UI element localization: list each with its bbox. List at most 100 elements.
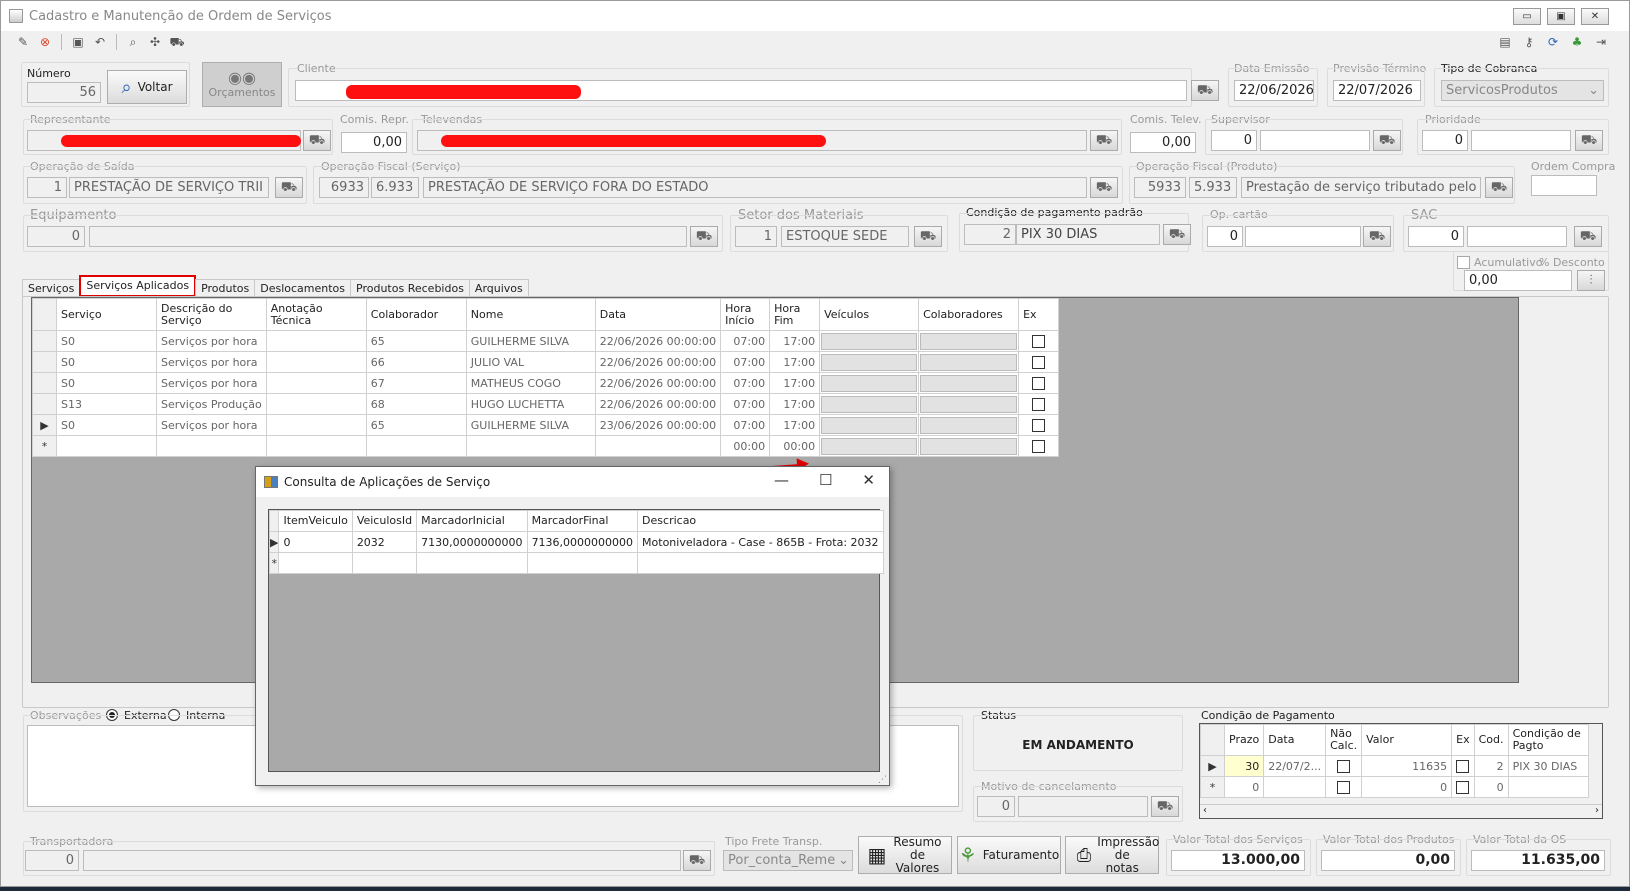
resumo-valores-button[interactable]: ▦ Resumo de Valores [858, 835, 952, 874]
colaboradores-button[interactable] [920, 395, 1018, 413]
col-ex[interactable]: Ex [1018, 298, 1060, 331]
impressao-notas-button[interactable]: ⎙ Impressão de notas [1065, 835, 1159, 874]
table-row[interactable]: S0 Serviços por hora 66 JULIO VAL 22/06/2026… [32, 351, 1060, 373]
comis-telev-field[interactable]: 0,00 [1130, 132, 1196, 153]
nao-calc-checkbox[interactable] [1337, 780, 1351, 794]
op-fiscal-prod-code-field[interactable]: 5933 [1134, 177, 1186, 198]
col-nao-calc[interactable]: Não Calc. [1325, 724, 1363, 756]
sac-field[interactable] [1467, 226, 1567, 247]
faturamento-button[interactable]: ⚘ Faturamento [957, 836, 1061, 874]
veiculos-button[interactable] [821, 437, 918, 455]
col-marcador-final[interactable]: MarcadorFinal [526, 510, 639, 532]
veiculos-button[interactable] [821, 332, 918, 350]
ex-checkbox[interactable] [1456, 780, 1470, 794]
televendas-lookup-button[interactable]: ⛟ [1090, 130, 1118, 151]
col-colaborador[interactable]: Colaborador [365, 298, 467, 331]
ex-checkbox[interactable] [1032, 397, 1046, 411]
op-cartao-lookup-button[interactable]: ⛟ [1363, 226, 1391, 247]
equipamento-code-field[interactable]: 0 [27, 226, 85, 247]
col-servico[interactable]: Serviço [56, 298, 157, 331]
refresh-icon[interactable]: ⟳ [1545, 34, 1561, 50]
op-fiscal-serv-cfop-field[interactable]: 6.933 [371, 177, 419, 198]
op-saida-code-field[interactable]: 1 [27, 177, 67, 198]
sliders-icon[interactable]: ⫶ [1577, 270, 1605, 291]
motivo-lookup-button[interactable]: ⛟ [1151, 796, 1179, 817]
ex-checkbox[interactable] [1032, 334, 1046, 348]
colaboradores-button[interactable] [920, 332, 1018, 350]
col-hora-inicio[interactable]: Hora Início [720, 298, 771, 331]
cancel-icon[interactable]: ⊗ [37, 34, 53, 50]
scroll-right-icon[interactable]: › [1595, 805, 1599, 816]
window-list-icon[interactable]: ▤ [1497, 34, 1513, 50]
col-valor[interactable]: Valor [1361, 724, 1453, 756]
tab-servicos-aplicados[interactable]: Serviços Aplicados [79, 275, 197, 297]
data-emissao-field[interactable]: 22/06/2026 [1234, 80, 1314, 101]
frete-select[interactable]: Por_conta_Reme ⌄ [723, 850, 853, 871]
transportadora-lookup-button[interactable]: ⛟ [683, 850, 711, 871]
voltar-button[interactable]: ⌕ Voltar [107, 70, 187, 104]
col-colaboradores[interactable]: Colaboradores [918, 298, 1020, 331]
ex-checkbox[interactable] [1032, 418, 1046, 432]
vt-servicos-field[interactable]: 13.000,00 [1171, 850, 1305, 871]
prioridade-code-field[interactable]: 0 [1422, 130, 1468, 151]
search-icon[interactable]: ⌕ [125, 34, 141, 50]
col-veiculos[interactable]: Veículos [819, 298, 920, 331]
col-item-veiculo[interactable]: ItemVeiculo [278, 510, 353, 532]
colaboradores-button[interactable] [920, 416, 1018, 434]
col-descricao[interactable]: Descrição do Serviço [156, 298, 267, 331]
colaboradores-button[interactable] [920, 353, 1018, 371]
op-cartao-field[interactable] [1245, 226, 1361, 247]
maximize-button[interactable]: ▣ [1547, 8, 1575, 25]
equipamento-field[interactable] [89, 226, 687, 247]
nao-calc-checkbox[interactable] [1337, 759, 1351, 773]
key-icon[interactable]: ⚷ [1521, 34, 1537, 50]
new-row[interactable]: * 00:00 00:00 [32, 435, 1060, 457]
edit-icon[interactable]: ✎ [15, 34, 31, 50]
equipamento-lookup-button[interactable]: ⛟ [690, 226, 718, 247]
col-hora-fim[interactable]: Hora Fim [769, 298, 821, 331]
col-cod[interactable]: Cod. [1473, 724, 1509, 756]
ex-checkbox[interactable] [1456, 759, 1470, 773]
dialog-maximize-button[interactable]: ☐ [819, 471, 832, 489]
exit-icon[interactable]: ⇥ [1593, 34, 1609, 50]
supervisor-code-field[interactable]: 0 [1211, 130, 1257, 151]
setor-field[interactable]: ESTOQUE SEDE [781, 226, 909, 247]
tipo-cobranca-select[interactable]: ServicosProdutos ⌄ [1441, 80, 1604, 101]
tools-icon[interactable]: ✣ [147, 34, 163, 50]
table-row[interactable]: ▶ 30 22/07/2... 11635 2 PIX 30 DIAS [1200, 755, 1589, 777]
cliente-lookup-button[interactable]: ⛟ [1191, 80, 1219, 101]
dialog-close-button[interactable]: ✕ [862, 471, 875, 489]
table-row[interactable]: S0 Serviços por hora 67 MATHEUS COGO 22/06/2… [32, 372, 1060, 394]
numero-field[interactable]: 56 [27, 82, 101, 103]
ex-checkbox[interactable] [1032, 376, 1046, 390]
op-fiscal-prod-cfop-field[interactable]: 5.933 [1189, 177, 1237, 198]
vt-os-field[interactable]: 11.635,00 [1471, 850, 1605, 871]
motivo-field[interactable] [1018, 796, 1148, 817]
vt-produtos-field[interactable]: 0,00 [1321, 850, 1455, 871]
horizontal-scrollbar[interactable]: ‹ › [1200, 804, 1602, 818]
col-veiculos-id[interactable]: VeiculosId [351, 510, 418, 532]
veiculos-button[interactable] [821, 353, 918, 371]
setor-code-field[interactable]: 1 [735, 226, 777, 247]
dialog-minimize-button[interactable]: — [774, 471, 789, 489]
supervisor-lookup-button[interactable]: ⛟ [1373, 130, 1401, 151]
new-row[interactable]: * 0 0 0 [1200, 776, 1589, 798]
tab-arquivos[interactable]: Arquivos [468, 279, 529, 297]
op-fiscal-serv-field[interactable]: PRESTAÇÃO DE SERVIÇO FORA DO ESTADO [423, 177, 1087, 198]
veiculos-button[interactable] [821, 374, 918, 392]
previsao-field[interactable]: 22/07/2026 [1333, 80, 1421, 101]
tree-icon[interactable]: ♣ [1569, 34, 1585, 50]
col-marcador-inicial[interactable]: MarcadorInicial [416, 510, 528, 532]
close-button[interactable]: ✕ [1581, 8, 1609, 25]
ex-checkbox[interactable] [1032, 355, 1046, 369]
motivo-code-field[interactable]: 0 [977, 796, 1015, 817]
table-row[interactable]: ▶ S0 Serviços por hora 65 GUILHERME SILVA 23/… [32, 414, 1060, 436]
colaboradores-button[interactable] [920, 437, 1018, 455]
col-nome[interactable]: Nome [465, 298, 596, 331]
table-row[interactable]: S13 Serviços Produção 68 HUGO LUCHETTA 22/06… [32, 393, 1060, 415]
representante-lookup-button[interactable]: ⛟ [303, 130, 331, 151]
veiculos-button[interactable] [821, 395, 918, 413]
save-icon[interactable]: ▣ [70, 34, 86, 50]
ex-checkbox[interactable] [1032, 439, 1046, 453]
op-fiscal-prod-lookup-button[interactable]: ⛟ [1485, 177, 1513, 198]
